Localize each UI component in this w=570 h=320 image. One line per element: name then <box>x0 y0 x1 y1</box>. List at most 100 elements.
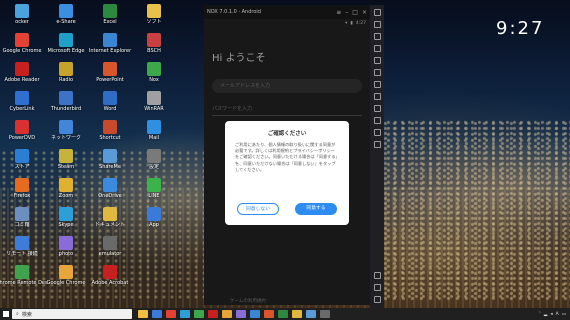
cut-icon[interactable] <box>373 117 381 124</box>
emulator-sidebar <box>370 5 384 309</box>
notification-icon[interactable]: ▭ <box>562 312 566 317</box>
search-icon: ⌕ <box>16 311 19 317</box>
app-icon <box>103 62 117 76</box>
taskbar-app-icon[interactable] <box>278 310 288 318</box>
apk-install-icon[interactable] <box>373 105 381 112</box>
desktop-icon-label: WinRAR <box>144 106 164 112</box>
back-icon[interactable] <box>373 272 381 279</box>
app-icon <box>147 91 161 105</box>
desktop-icon[interactable]: Mail <box>128 120 180 141</box>
location-icon[interactable] <box>373 57 381 64</box>
app-icon <box>147 178 161 192</box>
desktop-icon[interactable]: Nox <box>128 62 180 83</box>
app-icon <box>147 149 161 163</box>
tray-up-icon[interactable]: ˄ <box>539 312 541 317</box>
close-icon[interactable]: × <box>362 9 367 16</box>
app-icon <box>15 236 29 250</box>
emulator-titlebar[interactable]: NOX 7.0.1.0 · Android ≡ – □ × <box>204 5 370 19</box>
emulator-screen[interactable]: ▾ ▮ 4:27 Hi ようこそ メールアドレスを入力 パスワードを入力 ゲーム… <box>204 19 370 305</box>
emulator-title: NOX 7.0.1.0 · Android <box>207 9 261 15</box>
app-icon <box>59 33 73 47</box>
app-icon <box>147 120 161 134</box>
record-icon[interactable] <box>373 93 381 100</box>
desktop-icon-label: BSCH <box>147 48 161 54</box>
ime-icon[interactable]: A <box>556 312 559 317</box>
taskbar-app-icon[interactable] <box>292 310 302 318</box>
taskbar-app-icon[interactable] <box>152 310 162 318</box>
system-tray: ˄ ▂ ◂ A ▭ <box>539 312 570 317</box>
desktop-icon[interactable]: 設定 <box>128 149 180 170</box>
desktop-icon-label: LINE <box>148 193 160 199</box>
maximize-icon[interactable]: □ <box>352 9 358 16</box>
desktop-icon-label: ソフト <box>146 19 162 25</box>
app-icon <box>147 4 161 18</box>
taskbar-app-icon[interactable] <box>250 310 260 318</box>
taskbar-app-icon[interactable] <box>208 310 218 318</box>
desktop-icon[interactable]: WinRAR <box>128 91 180 112</box>
desktop-icon[interactable]: App <box>128 207 180 228</box>
screenshot-icon[interactable] <box>373 45 381 52</box>
app-icon <box>15 33 29 47</box>
decline-button[interactable]: 同意しない <box>237 203 279 215</box>
desktop-clock: 9:27 <box>496 18 545 39</box>
desktop-icon-label: App <box>149 222 159 228</box>
taskbar-app-icon[interactable] <box>138 310 148 318</box>
multi-instance-icon[interactable] <box>373 129 381 136</box>
taskbar-app-icon[interactable] <box>320 310 330 318</box>
app-icon <box>59 149 73 163</box>
taskbar-app-icon[interactable] <box>194 310 204 318</box>
keyboard-icon[interactable] <box>373 9 381 16</box>
app-icon <box>147 33 161 47</box>
app-icon <box>15 207 29 221</box>
start-button[interactable] <box>0 308 12 320</box>
taskbar-apps <box>136 310 332 318</box>
desktop-icon[interactable]: BSCH <box>128 33 180 54</box>
app-icon <box>15 120 29 134</box>
taskbar-app-icon[interactable] <box>180 310 190 318</box>
app-icon <box>15 91 29 105</box>
dialog-body: ご利用にあたり、個人情報の取り扱いに関する同意が必要です。詳しくは利用規約とプラ… <box>235 142 338 172</box>
search-placeholder: 検索 <box>21 311 32 318</box>
menu-icon[interactable]: ≡ <box>336 9 341 16</box>
taskbar-app-icon[interactable] <box>264 310 274 318</box>
app-icon <box>59 265 73 279</box>
app-icon <box>103 149 117 163</box>
taskbar-app-icon[interactable] <box>166 310 176 318</box>
app-icon <box>59 62 73 76</box>
desktop-icon[interactable]: LINE <box>128 178 180 199</box>
app-icon <box>15 4 29 18</box>
minimize-icon[interactable]: – <box>345 9 348 16</box>
desktop-icon-label: emulator <box>98 251 122 257</box>
accept-button[interactable]: 同意する <box>295 203 337 215</box>
desktop-icon-label: Nox <box>149 77 159 83</box>
app-icon <box>103 4 117 18</box>
taskbar-app-icon[interactable] <box>222 310 232 318</box>
desktop-icon[interactable]: Adobe Acrobat <box>84 265 136 286</box>
recent-apps-icon[interactable] <box>373 296 381 303</box>
volume-down-icon[interactable] <box>373 33 381 40</box>
android-emulator-window[interactable]: NOX 7.0.1.0 · Android ≡ – □ × ▾ ▮ 4:27 H… <box>204 5 384 309</box>
more-icon[interactable] <box>373 141 381 148</box>
app-icon <box>59 236 73 250</box>
home-icon[interactable] <box>373 284 381 291</box>
network-icon[interactable]: ▂ <box>544 312 547 317</box>
taskbar-app-icon[interactable] <box>306 310 316 318</box>
desktop-icon-label: Mail <box>148 135 160 141</box>
app-icon <box>103 33 117 47</box>
app-icon <box>103 178 117 192</box>
desktop-icon[interactable]: emulator <box>84 236 136 257</box>
desktop-icon[interactable]: ソフト <box>128 4 180 25</box>
speaker-icon[interactable]: ◂ <box>550 312 552 317</box>
app-icon <box>59 120 73 134</box>
app-icon <box>103 265 117 279</box>
app-icon <box>59 178 73 192</box>
app-icon <box>15 62 29 76</box>
rotate-icon[interactable] <box>373 81 381 88</box>
volume-up-icon[interactable] <box>373 21 381 28</box>
wallpaper-lights <box>380 120 570 300</box>
taskbar-app-icon[interactable] <box>236 310 246 318</box>
windows-icon <box>3 311 9 317</box>
taskbar-search[interactable]: ⌕ 検索 <box>12 309 132 319</box>
shake-icon[interactable] <box>373 69 381 76</box>
app-icon <box>103 120 117 134</box>
